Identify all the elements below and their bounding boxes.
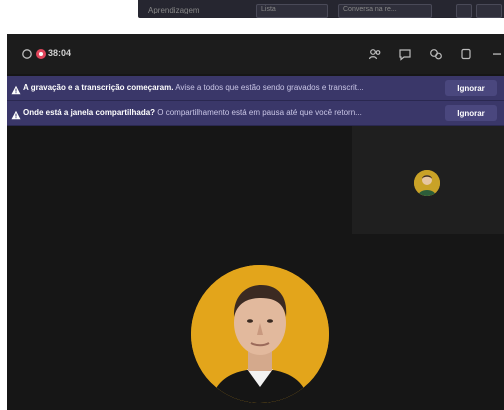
people-icon[interactable]	[367, 46, 383, 62]
ignore-button[interactable]: Ignorar	[445, 80, 497, 96]
strip-item-1[interactable]: Aprendizagem	[148, 6, 228, 14]
strip-box-2[interactable]: Conversa na re...	[338, 4, 432, 18]
notice-text: O compartilhamento está em pausa até que…	[157, 108, 362, 117]
self-video-tile[interactable]	[352, 126, 504, 234]
reactions-icon[interactable]	[428, 46, 444, 62]
rooms-icon[interactable]	[458, 46, 474, 62]
warning-icon	[11, 107, 21, 125]
meeting-timer: 38:04	[48, 48, 72, 58]
ignore-button[interactable]: Ignorar	[445, 105, 497, 121]
warning-icon	[11, 82, 21, 100]
participant-avatar	[191, 265, 329, 403]
meeting-toolbar: 38:04	[7, 34, 504, 74]
notice-text: Avise a todos que estão sendo gravados e…	[175, 83, 364, 92]
strip-box-1[interactable]: Lista	[256, 4, 328, 18]
notice-title: Onde está a janela compartilhada?	[23, 108, 156, 117]
strip-item-3: Conversa na re...	[343, 6, 397, 13]
self-avatar	[414, 170, 440, 196]
top-taskbar-strip: Aprendizagem Lista Conversa na re...	[138, 0, 504, 18]
recording-notice: A gravação e a transcrição começaram. Av…	[7, 76, 504, 101]
strip-button-b[interactable]	[476, 4, 502, 18]
share-paused-notice: Onde está a janela compartilhada? O comp…	[7, 101, 504, 126]
strip-item-2: Lista	[261, 6, 276, 13]
strip-button-a[interactable]	[456, 4, 472, 18]
notice-message: Onde está a janela compartilhada? O comp…	[23, 108, 441, 117]
notice-message: A gravação e a transcrição começaram. Av…	[23, 83, 441, 92]
meeting-window: 38:04 A gravação e a transcrição começar…	[7, 34, 504, 410]
more-icon[interactable]	[487, 46, 503, 62]
record-icon[interactable]	[33, 46, 49, 62]
chat-icon[interactable]	[397, 46, 413, 62]
notice-title: A gravação e a transcrição começaram.	[23, 83, 174, 92]
